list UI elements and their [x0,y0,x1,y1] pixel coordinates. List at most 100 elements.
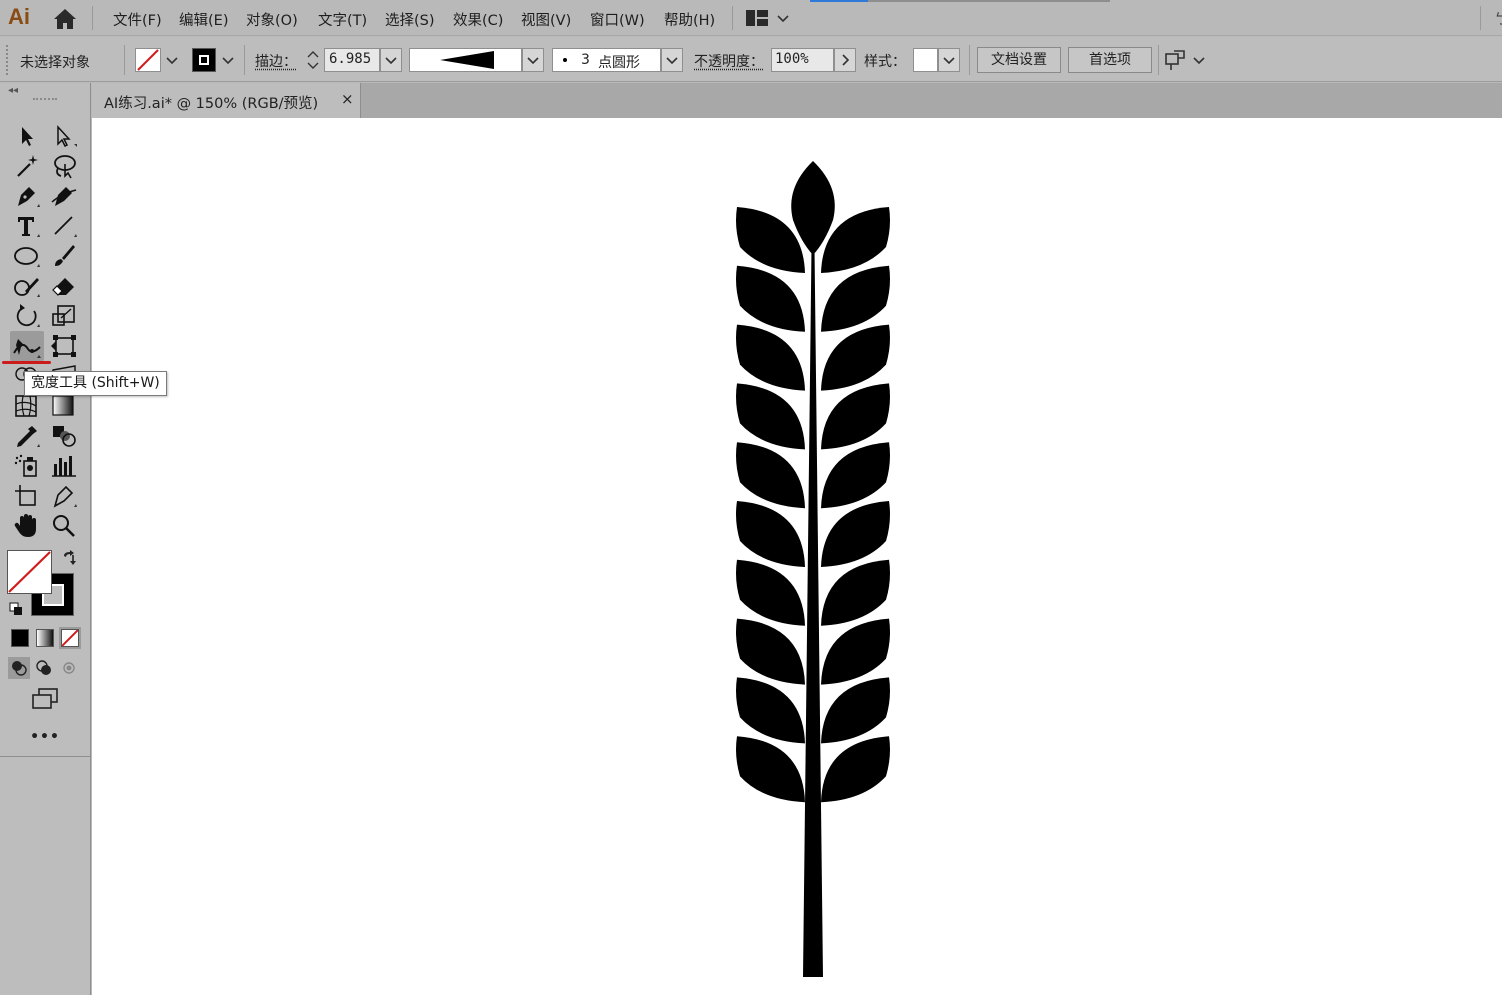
zoom-tool-icon[interactable] [49,512,79,540]
screen-mode-icon[interactable] [30,687,60,711]
tab-strip [868,0,1110,2]
menu-object[interactable]: 对象(O) [246,9,298,30]
stroke-weight-value: 6.985 [329,51,372,67]
stroke-swatch[interactable] [192,48,216,72]
wheat-right-leaf [821,736,890,803]
line-segment-tool-icon[interactable] [49,212,79,240]
blend-tool-icon[interactable] [49,422,79,450]
eyedropper-tool-icon[interactable] [12,422,42,450]
none-mode-button[interactable] [59,627,81,649]
paintbrush-tool-icon[interactable] [49,242,79,270]
stroke-weight-dropdown[interactable] [380,48,402,72]
menu-effect[interactable]: 效果(C) [453,9,503,30]
curvature-tool-icon[interactable] [49,182,79,210]
opacity-label[interactable]: 不透明度： [694,51,764,71]
gradient-mode-button[interactable] [36,629,54,647]
pen-tool-icon[interactable] [12,182,42,210]
opacity-value: 100% [775,51,809,67]
tools-panel: ◂◂ 宽度工具 (Shift+W) ••• [0,83,167,995]
workspace-layout-icon[interactable] [746,10,768,26]
control-bar: 未选择对象 描边： 6.985 3 点圆形 不透明度： 100% 样式： 文档设… [0,37,1502,82]
chevron-down-icon[interactable] [222,57,234,65]
draw-inside-icon[interactable] [58,657,80,679]
width-tool-icon[interactable] [10,331,44,361]
stroke-stepper[interactable] [305,48,321,72]
menu-view[interactable]: 视图(V) [521,9,571,30]
selection-tool-icon[interactable] [12,122,42,150]
mesh-tool-icon[interactable] [12,392,42,420]
opacity-expand[interactable] [834,48,856,72]
home-icon[interactable] [52,8,78,30]
fill-color-swatch-front[interactable] [7,550,52,594]
chevron-right-icon [842,54,850,66]
graphic-style-chevron[interactable] [938,48,960,72]
close-icon[interactable]: × [341,90,354,108]
free-transform-tool-icon[interactable] [49,332,79,360]
slice-tool-icon[interactable] [49,482,79,510]
width-profile-chevron[interactable] [522,48,544,72]
swap-fill-stroke-icon[interactable] [61,550,77,566]
document-setup-button[interactable]: 文档设置 [977,47,1061,73]
brush-shape: 点圆形 [598,55,640,71]
wheat-left-leaf [736,618,805,685]
app-logo: Ai [8,4,30,29]
panel-grip[interactable] [33,98,57,102]
draw-normal-icon[interactable] [8,657,30,679]
preferences-button[interactable]: 首选项 [1068,47,1152,73]
menu-type[interactable]: 文字(T) [318,9,367,30]
magic-wand-tool-icon[interactable] [12,152,42,180]
chevron-down-icon[interactable] [166,57,178,65]
collapse-panel-icon[interactable]: ◂◂ [8,85,18,96]
width-profile-preview-icon [440,51,494,69]
wheat-right-leaf [821,442,890,509]
tool-tooltip: 宽度工具 (Shift+W) [24,371,167,396]
menu-bar: Ai 文件(F) 编辑(E) 对象(O) 文字(T) 选择(S) 效果(C) 视… [0,0,1502,36]
lasso-tool-icon[interactable] [49,152,79,180]
rotate-tool-icon[interactable] [12,302,42,330]
artboard-tool-icon[interactable] [12,482,42,510]
chevron-down-icon[interactable] [1193,57,1205,65]
wheat-left-leaf [736,501,805,567]
gradient-tool-icon[interactable] [49,392,79,420]
truncated-label: ㄅ [1494,12,1502,28]
color-mode-button[interactable] [11,629,29,647]
document-tab-bar: AI练习.ai* @ 150% (RGB/预览) × [92,83,1502,118]
ellipse-tool-icon[interactable] [12,242,42,270]
wheat-left-leaf [736,265,805,332]
default-fill-stroke-icon[interactable] [9,602,23,616]
stroke-label[interactable]: 描边： [255,51,297,71]
brush-definition-dropdown[interactable]: 3 点圆形 [552,48,661,72]
hand-tool-icon[interactable] [12,512,42,540]
eraser-tool-icon[interactable] [49,272,79,300]
brush-definition-chevron[interactable] [661,48,683,72]
scale-tool-icon[interactable] [49,302,79,330]
opacity-input[interactable]: 100% [771,48,834,72]
menu-separator [92,6,93,30]
chevron-down-icon[interactable] [777,12,789,23]
menu-window[interactable]: 窗口(W) [590,9,645,30]
graphic-style-swatch[interactable] [913,48,938,72]
stroke-weight-input[interactable]: 6.985 [324,48,380,72]
separator [244,45,245,75]
arrange-documents-icon[interactable] [1164,49,1186,71]
more-tools-button[interactable]: ••• [30,729,60,745]
brush-dot-icon [563,58,567,62]
fill-swatch[interactable] [135,48,161,72]
wheat-right-leaf [821,501,890,567]
menu-edit[interactable]: 编辑(E) [179,9,228,30]
type-tool-icon[interactable] [12,212,42,240]
wheat-ear-artwork[interactable] [92,118,1502,995]
symbol-sprayer-tool-icon[interactable] [12,452,42,480]
width-profile-dropdown[interactable] [409,48,522,72]
menu-file[interactable]: 文件(F) [113,9,162,30]
draw-behind-icon[interactable] [33,657,55,679]
wheat-right-leaf [821,559,890,626]
column-graph-tool-icon[interactable] [49,452,79,480]
menu-select[interactable]: 选择(S) [385,9,435,30]
panel-grip[interactable] [6,45,9,75]
artboard-canvas[interactable] [92,118,1502,995]
direct-selection-tool-icon[interactable] [49,122,79,150]
shaper-tool-icon[interactable] [12,272,42,300]
menu-help[interactable]: 帮助(H) [664,9,715,30]
document-tab[interactable]: AI练习.ai* @ 150% (RGB/预览) × [92,83,361,118]
